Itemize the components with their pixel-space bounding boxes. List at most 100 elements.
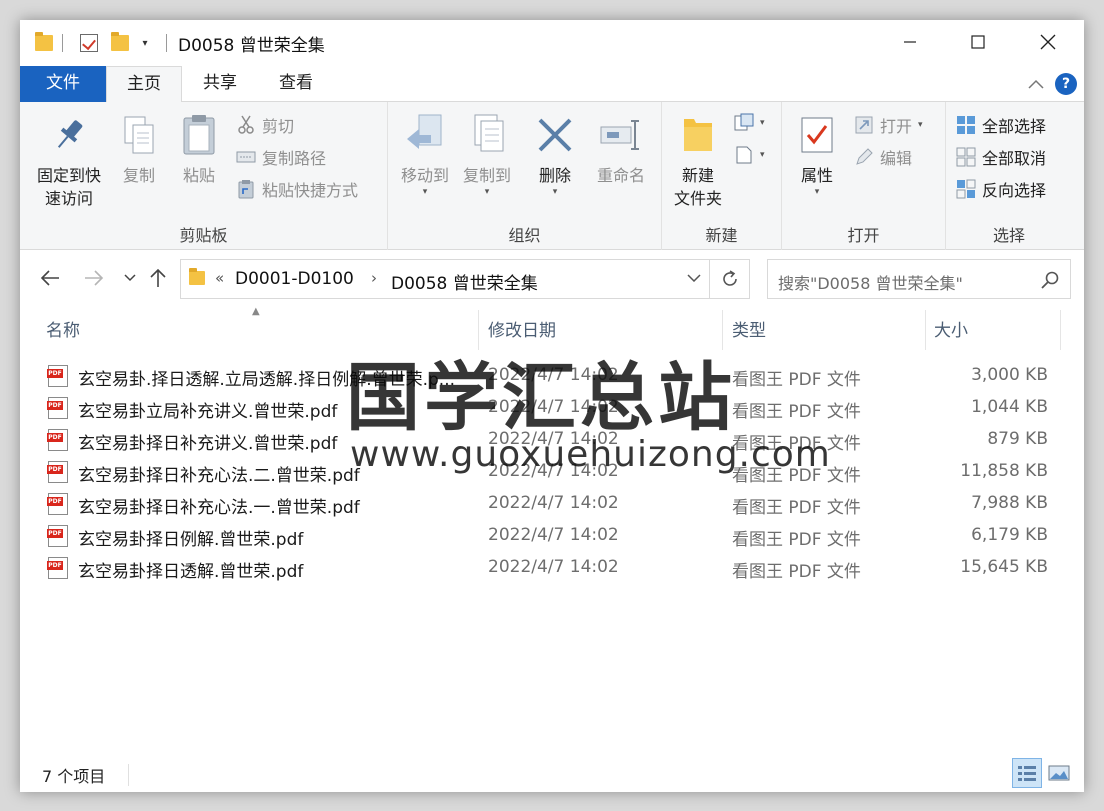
title-separator [166, 34, 167, 52]
open-dropdown-icon: ▾ [918, 120, 923, 130]
column-header-type[interactable]: 类型 [732, 316, 766, 346]
open-button[interactable]: 打开 ▾ [854, 112, 923, 138]
folder-icon[interactable] [34, 32, 54, 54]
select-all-button[interactable]: 全部选择 [956, 112, 1046, 138]
copy-to-icon [465, 112, 509, 158]
easy-access-button[interactable]: ▾ [734, 142, 765, 168]
back-button[interactable] [36, 264, 64, 292]
help-button[interactable]: ? [1054, 72, 1078, 96]
rename-label: 重命名 [596, 166, 645, 185]
delete-button[interactable]: 删除 ▾ [530, 112, 580, 197]
file-size: 1,044 KB [971, 397, 1048, 417]
window-title: D0058 曾世荣全集 [178, 36, 325, 56]
forward-button[interactable] [80, 264, 108, 292]
pin-icon [47, 112, 91, 158]
delete-dropdown-icon: ▾ [552, 187, 558, 197]
address-bar[interactable]: « D0001-D0100 › D0058 曾世荣全集 [180, 259, 710, 299]
file-size: 11,858 KB [960, 461, 1048, 481]
paste-shortcut-button[interactable]: 粘贴快捷方式 [236, 176, 358, 202]
pin-to-quick-access-button[interactable]: 固定到快 速访问 [30, 112, 108, 210]
copy-to-button[interactable]: 复制到 ▾ [456, 112, 518, 197]
breadcrumb-parent[interactable]: D0001-D0100 [235, 269, 354, 289]
edit-label: 编辑 [880, 149, 913, 168]
edit-button[interactable]: 编辑 [854, 144, 912, 170]
item-count: 7 个项目 [42, 767, 106, 786]
file-name: 玄空易卦择日透解.曾世荣.pdf [78, 562, 304, 582]
new-folder-icon[interactable] [110, 32, 130, 54]
column-divider[interactable] [925, 310, 926, 350]
sort-ascending-icon: ▲ [252, 306, 260, 317]
file-size: 7,988 KB [971, 493, 1048, 513]
column-header-name[interactable]: 名称 [46, 316, 80, 346]
breadcrumb-separator-icon[interactable]: › [371, 269, 377, 287]
properties-icon [795, 112, 839, 158]
paste-icon [177, 112, 221, 158]
tab-home[interactable]: 主页 [106, 66, 182, 103]
cut-button[interactable]: 剪切 [236, 112, 294, 138]
pin-label-line1: 固定到快 [36, 166, 101, 185]
properties-button[interactable]: 属性 ▾ [792, 112, 842, 197]
address-overflow-icon[interactable]: « [215, 269, 224, 287]
new-item-dropdown-icon: ▾ [760, 118, 765, 128]
new-folder-label-line1: 新建 [681, 166, 714, 185]
properties-check-icon[interactable] [78, 32, 100, 54]
file-row[interactable]: PDF 玄空易卦择日例解.曾世荣.pdf 2022/4/7 14:02 看图王 … [40, 520, 1064, 552]
refresh-button[interactable] [710, 259, 750, 299]
maximize-button[interactable] [944, 20, 1012, 64]
navigation-bar: « D0001-D0100 › D0058 曾世荣全集 搜索"D0058 曾世荣… [20, 250, 1084, 306]
select-all-icon [956, 115, 976, 135]
new-folder-button[interactable]: 新建 文件夹 [666, 112, 730, 210]
close-button[interactable] [1014, 20, 1082, 64]
file-date: 2022/4/7 14:02 [488, 493, 619, 513]
file-size: 6,179 KB [971, 525, 1048, 545]
select-group: 全部选择 全部取消 反向选择 选择 [946, 102, 1072, 250]
clipboard-group: 固定到快 速访问 复制 粘贴 剪切 复制路径 粘贴快捷方式 剪贴板 [20, 102, 388, 250]
invert-selection-icon [956, 179, 976, 199]
pdf-file-icon: PDF [47, 365, 68, 387]
file-size: 3,000 KB [971, 365, 1048, 385]
paste-label: 粘贴 [182, 166, 215, 185]
open-group-label: 打开 [847, 226, 880, 245]
tab-view[interactable]: 查看 [262, 66, 330, 102]
customize-dropdown-icon[interactable]: ▾ [138, 32, 152, 54]
rename-button[interactable]: 重命名 [588, 112, 654, 187]
new-folder-icon [676, 112, 720, 158]
paste-shortcut-icon [236, 179, 256, 199]
up-button[interactable] [144, 264, 172, 292]
invert-selection-button[interactable]: 反向选择 [956, 176, 1046, 202]
move-to-dropdown-icon: ▾ [422, 187, 428, 197]
organize-group-label: 组织 [508, 226, 541, 245]
new-folder-label-line2: 文件夹 [673, 189, 722, 208]
move-to-label: 移动到 [400, 166, 449, 185]
column-divider[interactable] [1060, 310, 1061, 350]
minimize-button[interactable] [876, 20, 944, 64]
copy-path-icon [236, 147, 256, 167]
ribbon: 固定到快 速访问 复制 粘贴 剪切 复制路径 粘贴快捷方式 剪贴板 移动到 ▾ … [20, 102, 1084, 250]
move-to-button[interactable]: 移动到 ▾ [394, 112, 456, 197]
address-history-dropdown-icon[interactable] [687, 270, 701, 286]
ribbon-tabs: 文件 主页 共享 查看 ? [20, 66, 1084, 103]
invert-selection-label: 反向选择 [982, 181, 1047, 200]
recent-locations-button[interactable] [116, 264, 144, 292]
large-icons-view-button[interactable] [1044, 758, 1074, 788]
select-none-button[interactable]: 全部取消 [956, 144, 1046, 170]
refresh-icon [722, 270, 737, 286]
copy-button[interactable]: 复制 [114, 112, 164, 187]
pdf-file-icon: PDF [47, 525, 68, 547]
file-row[interactable]: PDF 玄空易卦择日补充心法.一.曾世荣.pdf 2022/4/7 14:02 … [40, 488, 1064, 520]
collapse-ribbon-button[interactable] [1024, 72, 1048, 96]
file-type: 看图王 PDF 文件 [732, 530, 861, 550]
new-item-button[interactable]: ▾ [734, 110, 765, 136]
details-view-button[interactable] [1012, 758, 1042, 788]
copy-path-button[interactable]: 复制路径 [236, 144, 326, 170]
file-row[interactable]: PDF 玄空易卦择日透解.曾世荣.pdf 2022/4/7 14:02 看图王 … [40, 552, 1064, 584]
search-icon[interactable] [1040, 270, 1060, 290]
title-bar: ▾ D0058 曾世荣全集 [20, 20, 1084, 66]
tab-share[interactable]: 共享 [186, 66, 254, 102]
paste-button[interactable]: 粘贴 [174, 112, 224, 187]
column-header-size[interactable]: 大小 [934, 316, 968, 346]
tab-file[interactable]: 文件 [20, 66, 106, 102]
move-to-icon [403, 112, 447, 158]
search-box[interactable]: 搜索"D0058 曾世荣全集" [767, 259, 1071, 299]
breadcrumb-current[interactable]: D0058 曾世荣全集 [391, 269, 538, 294]
